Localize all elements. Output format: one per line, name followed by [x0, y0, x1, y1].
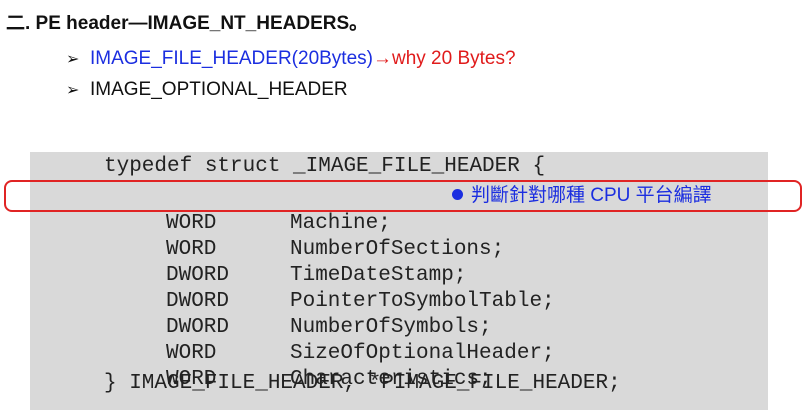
machine-annotation: 判斷針對哪種 CPU 平台編譯 — [452, 183, 712, 209]
bullet-question: why 20 Bytes? — [391, 48, 516, 69]
arrowhead-bullet-icon: ➢ — [66, 51, 80, 68]
bullet-dot-icon — [452, 189, 463, 200]
bullet-image-file-header: ➢ IMAGE_FILE_HEADER(20Bytes)→why 20 Bytes… — [66, 48, 516, 70]
annotation-text: 判斷針對哪種 CPU 平台編譯 — [471, 185, 712, 206]
section-heading: 二. PE header—IMAGE_NT_HEADERS。 — [6, 13, 369, 34]
code-struct-close: } IMAGE_FILE_HEADER, *PIMAGE_FILE_HEADER… — [104, 372, 621, 395]
bullet-text: IMAGE_OPTIONAL_HEADER — [90, 79, 348, 100]
code-struct-open: typedef struct _IMAGE_FILE_HEADER { — [104, 155, 546, 178]
arrowhead-bullet-icon: ➢ — [66, 82, 80, 99]
right-arrow-icon: → — [372, 48, 392, 69]
bullet-image-optional-header: ➢ IMAGE_OPTIONAL_HEADER — [66, 79, 348, 101]
bullet-text: IMAGE_FILE_HEADER(20Bytes) — [90, 48, 373, 69]
